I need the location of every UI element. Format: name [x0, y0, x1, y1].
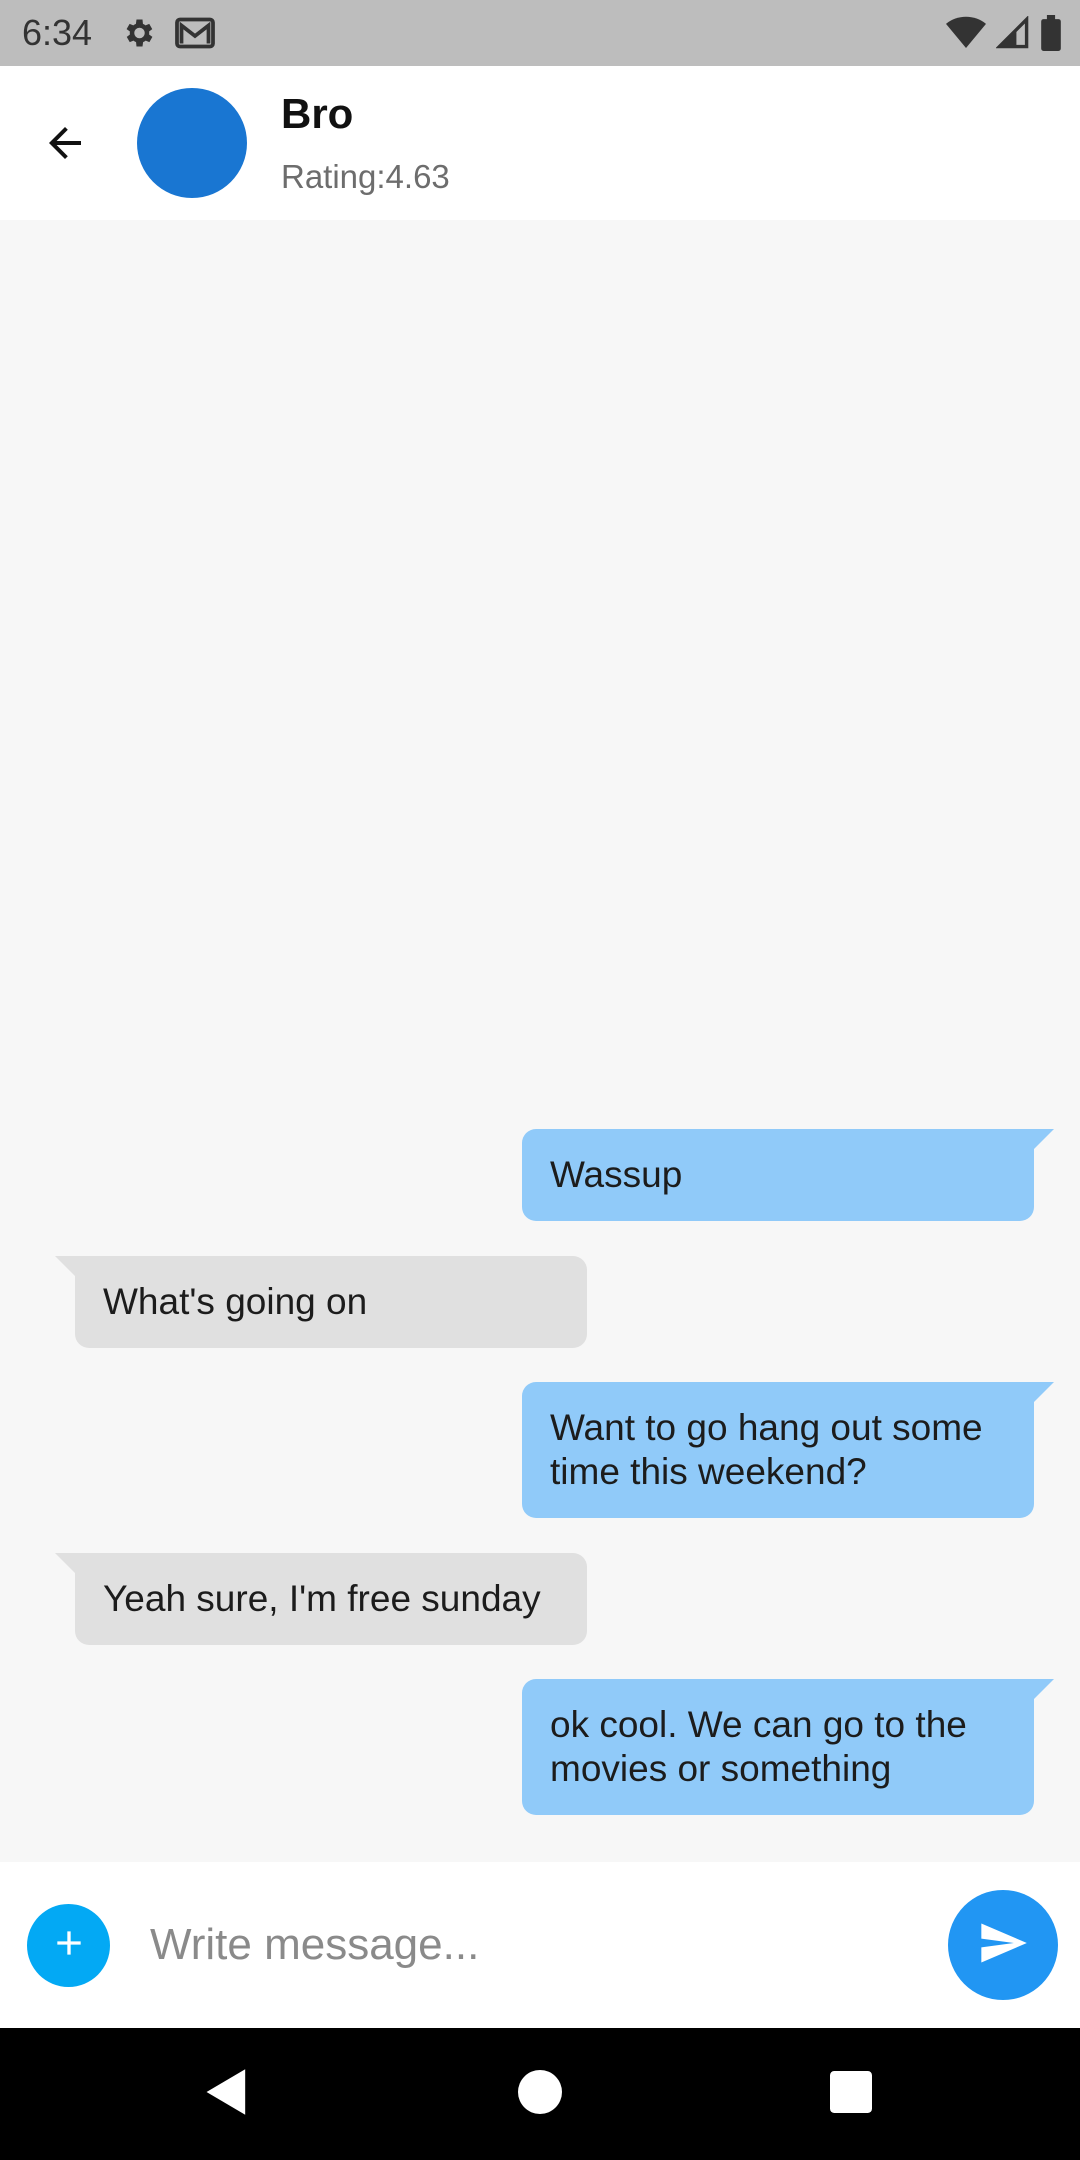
avatar[interactable]	[137, 88, 247, 198]
message-list[interactable]: Wassup What's going on Want to go hang o…	[0, 220, 1080, 1862]
nav-back-button[interactable]	[197, 2064, 257, 2124]
message-input[interactable]	[150, 1902, 910, 1988]
chat-header: Bro Rating:4.63	[0, 66, 1080, 220]
nav-home-button[interactable]	[510, 2064, 570, 2124]
add-attachment-button[interactable]	[27, 1904, 110, 1987]
outgoing-message[interactable]: Wassup	[522, 1129, 1054, 1221]
contact-name: Bro	[281, 90, 354, 137]
outgoing-message[interactable]: ok cool. We can go to the movies or some…	[522, 1679, 1054, 1815]
system-nav-bar	[0, 2028, 1080, 2160]
send-icon	[977, 1917, 1029, 1974]
settings-icon	[120, 15, 156, 51]
status-time: 6:34	[22, 12, 93, 53]
send-button[interactable]	[948, 1890, 1058, 2000]
message-composer	[0, 1862, 1080, 2028]
contact-rating: Rating:4.63	[281, 158, 450, 195]
arrow-back-icon	[41, 119, 89, 172]
battery-icon	[1040, 15, 1062, 51]
back-button[interactable]	[32, 112, 98, 178]
incoming-message[interactable]: Yeah sure, I'm free sunday	[55, 1553, 587, 1645]
gmail-icon	[174, 15, 216, 51]
chat-screen: 6:34 Bro Rating:4.63 Wassup What's going…	[0, 0, 1080, 2160]
incoming-message[interactable]: What's going on	[55, 1256, 587, 1348]
signal-icon	[996, 16, 1030, 50]
outgoing-message[interactable]: Want to go hang out some time this weeke…	[522, 1382, 1054, 1518]
plus-icon	[49, 1923, 89, 1968]
wifi-icon	[946, 16, 986, 50]
square-recents-icon	[830, 2070, 872, 2118]
status-bar: 6:34	[0, 0, 1080, 66]
triangle-back-icon	[204, 2067, 250, 2122]
nav-recents-button[interactable]	[821, 2064, 881, 2124]
circle-home-icon	[518, 2069, 562, 2119]
